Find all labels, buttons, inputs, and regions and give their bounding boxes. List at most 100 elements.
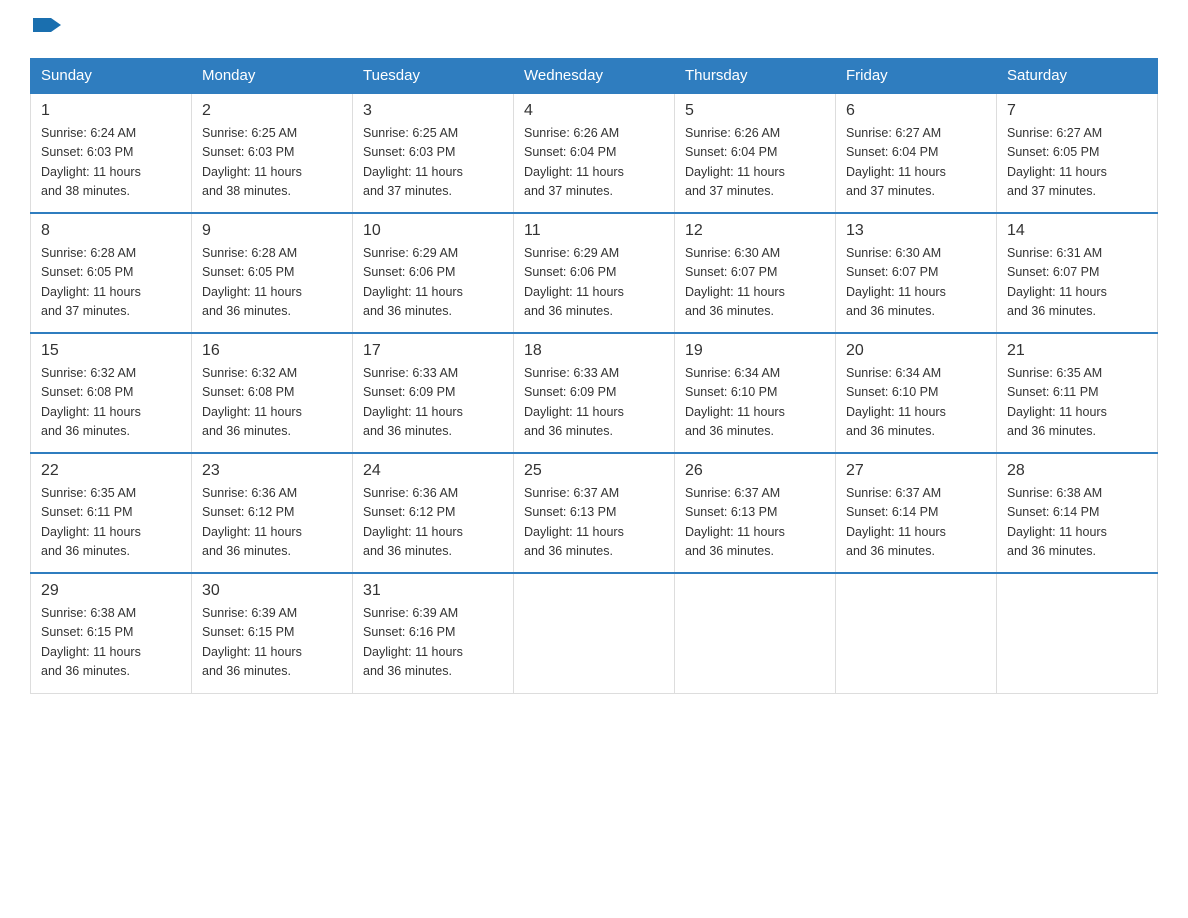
- day-info: Sunrise: 6:25 AM Sunset: 6:03 PM Dayligh…: [202, 124, 342, 202]
- day-info: Sunrise: 6:33 AM Sunset: 6:09 PM Dayligh…: [363, 364, 503, 442]
- calendar-cell: 2 Sunrise: 6:25 AM Sunset: 6:03 PM Dayli…: [192, 93, 353, 213]
- calendar-cell: 19 Sunrise: 6:34 AM Sunset: 6:10 PM Dayl…: [675, 333, 836, 453]
- calendar-cell: 25 Sunrise: 6:37 AM Sunset: 6:13 PM Dayl…: [514, 453, 675, 573]
- day-info: Sunrise: 6:34 AM Sunset: 6:10 PM Dayligh…: [846, 364, 986, 442]
- day-number: 8: [41, 222, 181, 240]
- day-number: 9: [202, 222, 342, 240]
- day-info: Sunrise: 6:24 AM Sunset: 6:03 PM Dayligh…: [41, 124, 181, 202]
- day-info: Sunrise: 6:34 AM Sunset: 6:10 PM Dayligh…: [685, 364, 825, 442]
- column-header-friday: Friday: [836, 59, 997, 94]
- day-number: 14: [1007, 222, 1147, 240]
- day-info: Sunrise: 6:30 AM Sunset: 6:07 PM Dayligh…: [846, 244, 986, 322]
- day-info: Sunrise: 6:29 AM Sunset: 6:06 PM Dayligh…: [363, 244, 503, 322]
- day-number: 16: [202, 342, 342, 360]
- day-number: 27: [846, 462, 986, 480]
- day-info: Sunrise: 6:32 AM Sunset: 6:08 PM Dayligh…: [41, 364, 181, 442]
- day-info: Sunrise: 6:37 AM Sunset: 6:14 PM Dayligh…: [846, 484, 986, 562]
- day-number: 19: [685, 342, 825, 360]
- column-header-thursday: Thursday: [675, 59, 836, 94]
- calendar-cell: 29 Sunrise: 6:38 AM Sunset: 6:15 PM Dayl…: [31, 573, 192, 693]
- day-number: 24: [363, 462, 503, 480]
- day-info: Sunrise: 6:26 AM Sunset: 6:04 PM Dayligh…: [685, 124, 825, 202]
- calendar-cell: 13 Sunrise: 6:30 AM Sunset: 6:07 PM Dayl…: [836, 213, 997, 333]
- calendar-cell: 5 Sunrise: 6:26 AM Sunset: 6:04 PM Dayli…: [675, 93, 836, 213]
- logo: [30, 20, 63, 40]
- day-number: 10: [363, 222, 503, 240]
- day-info: Sunrise: 6:27 AM Sunset: 6:04 PM Dayligh…: [846, 124, 986, 202]
- calendar-cell: 4 Sunrise: 6:26 AM Sunset: 6:04 PM Dayli…: [514, 93, 675, 213]
- calendar-week-row: 1 Sunrise: 6:24 AM Sunset: 6:03 PM Dayli…: [31, 93, 1158, 213]
- day-info: Sunrise: 6:31 AM Sunset: 6:07 PM Dayligh…: [1007, 244, 1147, 322]
- calendar-cell: 21 Sunrise: 6:35 AM Sunset: 6:11 PM Dayl…: [997, 333, 1158, 453]
- day-info: Sunrise: 6:35 AM Sunset: 6:11 PM Dayligh…: [1007, 364, 1147, 442]
- day-info: Sunrise: 6:25 AM Sunset: 6:03 PM Dayligh…: [363, 124, 503, 202]
- day-info: Sunrise: 6:37 AM Sunset: 6:13 PM Dayligh…: [524, 484, 664, 562]
- day-info: Sunrise: 6:28 AM Sunset: 6:05 PM Dayligh…: [41, 244, 181, 322]
- calendar-week-row: 29 Sunrise: 6:38 AM Sunset: 6:15 PM Dayl…: [31, 573, 1158, 693]
- day-info: Sunrise: 6:39 AM Sunset: 6:15 PM Dayligh…: [202, 604, 342, 682]
- calendar-cell: 26 Sunrise: 6:37 AM Sunset: 6:13 PM Dayl…: [675, 453, 836, 573]
- day-info: Sunrise: 6:36 AM Sunset: 6:12 PM Dayligh…: [202, 484, 342, 562]
- day-number: 15: [41, 342, 181, 360]
- day-number: 25: [524, 462, 664, 480]
- calendar-cell: 23 Sunrise: 6:36 AM Sunset: 6:12 PM Dayl…: [192, 453, 353, 573]
- calendar-cell: 12 Sunrise: 6:30 AM Sunset: 6:07 PM Dayl…: [675, 213, 836, 333]
- calendar-cell: 10 Sunrise: 6:29 AM Sunset: 6:06 PM Dayl…: [353, 213, 514, 333]
- day-number: 6: [846, 102, 986, 120]
- day-info: Sunrise: 6:35 AM Sunset: 6:11 PM Dayligh…: [41, 484, 181, 562]
- calendar-cell: 22 Sunrise: 6:35 AM Sunset: 6:11 PM Dayl…: [31, 453, 192, 573]
- calendar-table: SundayMondayTuesdayWednesdayThursdayFrid…: [30, 58, 1158, 694]
- calendar-week-row: 15 Sunrise: 6:32 AM Sunset: 6:08 PM Dayl…: [31, 333, 1158, 453]
- day-number: 7: [1007, 102, 1147, 120]
- day-number: 18: [524, 342, 664, 360]
- page-header: [30, 20, 1158, 40]
- day-number: 21: [1007, 342, 1147, 360]
- day-info: Sunrise: 6:38 AM Sunset: 6:14 PM Dayligh…: [1007, 484, 1147, 562]
- day-number: 31: [363, 582, 503, 600]
- calendar-cell: 1 Sunrise: 6:24 AM Sunset: 6:03 PM Dayli…: [31, 93, 192, 213]
- calendar-cell: [514, 573, 675, 693]
- day-info: Sunrise: 6:29 AM Sunset: 6:06 PM Dayligh…: [524, 244, 664, 322]
- calendar-cell: 14 Sunrise: 6:31 AM Sunset: 6:07 PM Dayl…: [997, 213, 1158, 333]
- calendar-cell: 7 Sunrise: 6:27 AM Sunset: 6:05 PM Dayli…: [997, 93, 1158, 213]
- calendar-cell: 24 Sunrise: 6:36 AM Sunset: 6:12 PM Dayl…: [353, 453, 514, 573]
- calendar-cell: 30 Sunrise: 6:39 AM Sunset: 6:15 PM Dayl…: [192, 573, 353, 693]
- calendar-cell: 9 Sunrise: 6:28 AM Sunset: 6:05 PM Dayli…: [192, 213, 353, 333]
- column-header-tuesday: Tuesday: [353, 59, 514, 94]
- day-number: 12: [685, 222, 825, 240]
- calendar-cell: 20 Sunrise: 6:34 AM Sunset: 6:10 PM Dayl…: [836, 333, 997, 453]
- day-number: 26: [685, 462, 825, 480]
- day-number: 2: [202, 102, 342, 120]
- calendar-cell: 31 Sunrise: 6:39 AM Sunset: 6:16 PM Dayl…: [353, 573, 514, 693]
- calendar-header: SundayMondayTuesdayWednesdayThursdayFrid…: [31, 59, 1158, 94]
- calendar-cell: 18 Sunrise: 6:33 AM Sunset: 6:09 PM Dayl…: [514, 333, 675, 453]
- day-info: Sunrise: 6:26 AM Sunset: 6:04 PM Dayligh…: [524, 124, 664, 202]
- calendar-cell: 17 Sunrise: 6:33 AM Sunset: 6:09 PM Dayl…: [353, 333, 514, 453]
- calendar-cell: 3 Sunrise: 6:25 AM Sunset: 6:03 PM Dayli…: [353, 93, 514, 213]
- calendar-cell: [997, 573, 1158, 693]
- column-header-sunday: Sunday: [31, 59, 192, 94]
- calendar-week-row: 8 Sunrise: 6:28 AM Sunset: 6:05 PM Dayli…: [31, 213, 1158, 333]
- day-info: Sunrise: 6:38 AM Sunset: 6:15 PM Dayligh…: [41, 604, 181, 682]
- day-number: 20: [846, 342, 986, 360]
- day-number: 4: [524, 102, 664, 120]
- day-info: Sunrise: 6:36 AM Sunset: 6:12 PM Dayligh…: [363, 484, 503, 562]
- logo-flag-icon: [33, 16, 63, 44]
- calendar-cell: 6 Sunrise: 6:27 AM Sunset: 6:04 PM Dayli…: [836, 93, 997, 213]
- day-number: 29: [41, 582, 181, 600]
- day-info: Sunrise: 6:33 AM Sunset: 6:09 PM Dayligh…: [524, 364, 664, 442]
- day-info: Sunrise: 6:32 AM Sunset: 6:08 PM Dayligh…: [202, 364, 342, 442]
- day-number: 23: [202, 462, 342, 480]
- calendar-cell: 16 Sunrise: 6:32 AM Sunset: 6:08 PM Dayl…: [192, 333, 353, 453]
- column-header-saturday: Saturday: [997, 59, 1158, 94]
- calendar-week-row: 22 Sunrise: 6:35 AM Sunset: 6:11 PM Dayl…: [31, 453, 1158, 573]
- calendar-cell: 27 Sunrise: 6:37 AM Sunset: 6:14 PM Dayl…: [836, 453, 997, 573]
- day-number: 3: [363, 102, 503, 120]
- day-number: 30: [202, 582, 342, 600]
- day-number: 5: [685, 102, 825, 120]
- calendar-cell: [836, 573, 997, 693]
- day-number: 11: [524, 222, 664, 240]
- day-info: Sunrise: 6:37 AM Sunset: 6:13 PM Dayligh…: [685, 484, 825, 562]
- calendar-cell: 11 Sunrise: 6:29 AM Sunset: 6:06 PM Dayl…: [514, 213, 675, 333]
- day-number: 17: [363, 342, 503, 360]
